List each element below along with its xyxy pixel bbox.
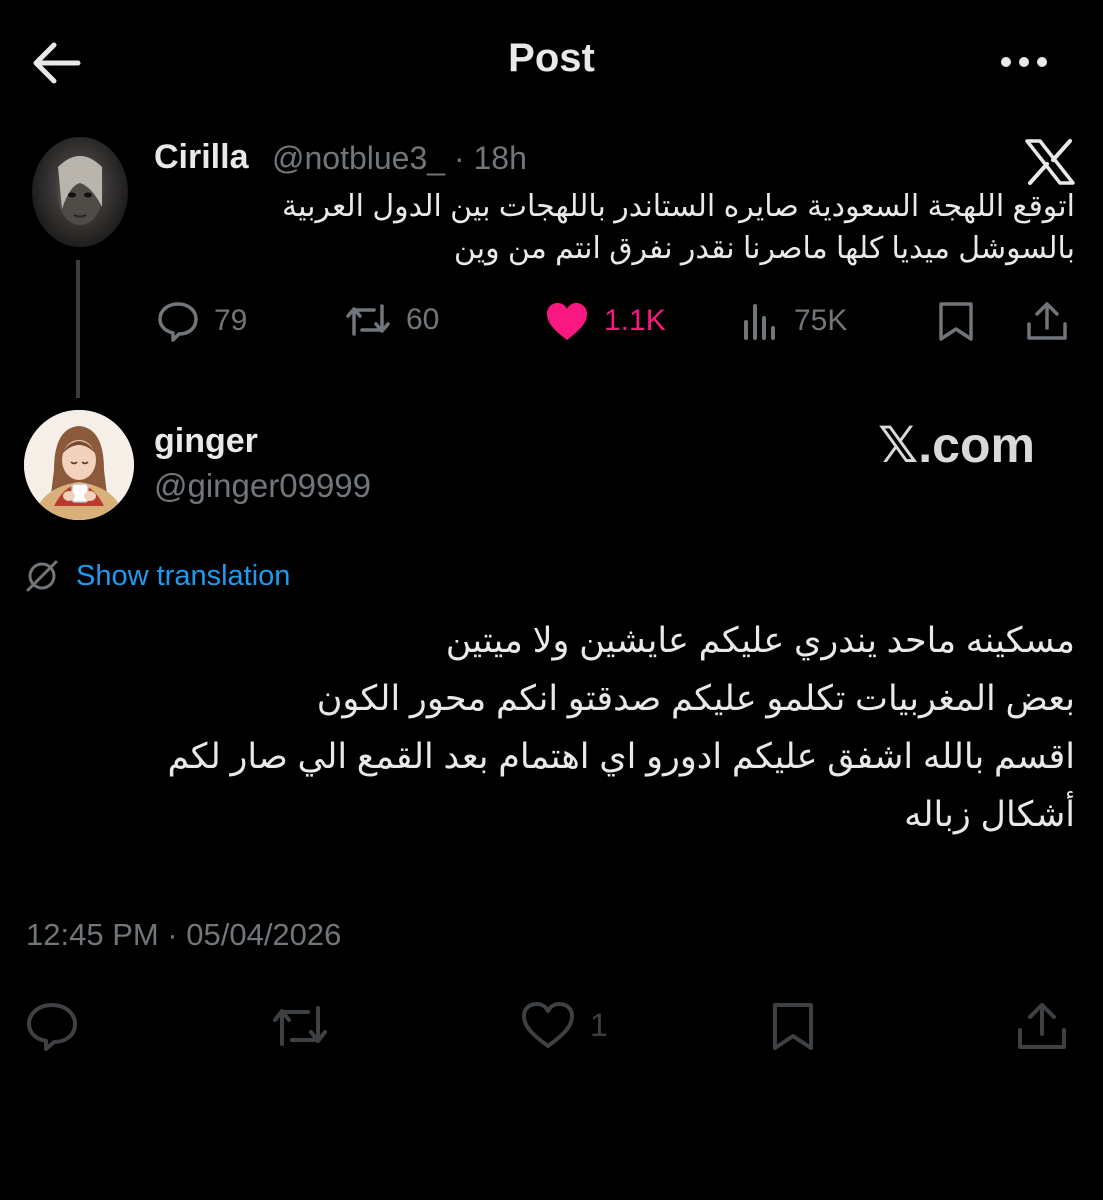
show-translation-label: Show translation [76,559,291,592]
post-text-line: بالسوشل ميديا كلها ماصرنا نقدر نفرق انتم… [453,232,1075,265]
heart-icon [547,303,587,340]
bookmark-button[interactable] [936,300,976,342]
views-button[interactable]: 75K [742,300,847,342]
post-timestamp: 12:45 PM · 05/04/2026 [26,917,342,952]
translate-icon [26,560,58,592]
bookmark-icon [773,1003,813,1050]
share-button[interactable] [1014,1000,1070,1052]
repost-button[interactable]: 60 [344,300,439,340]
views-count: 75K [794,304,848,337]
repost-icon [346,304,390,336]
author-handle[interactable]: @ginger09999 [154,467,371,505]
post-text-line: اقسم بالله اشفق عليكم ادورو اي اهتمام بع… [167,737,1076,776]
repost-count: 60 [406,303,440,336]
share-button[interactable] [1024,300,1070,342]
reply-count: 79 [214,304,248,337]
repost-button[interactable] [270,1000,330,1052]
author-handle-time: @notblue3_ · 18h [272,140,527,176]
like-button[interactable]: 1 [520,1000,608,1050]
heart-icon [522,1002,574,1048]
more-icon [1001,57,1047,67]
repost-icon [273,1006,327,1046]
avatar-ginger[interactable] [24,410,134,520]
like-count: 1.1K [604,304,666,337]
reply-button[interactable] [24,1000,80,1052]
author-name[interactable]: Cirilla [154,138,248,177]
post-text: اتوقع اللهجة السعودية صايره الستاندر بال… [115,186,1075,270]
share-icon [1018,1003,1066,1049]
bookmark-button[interactable] [768,1000,818,1052]
more-button[interactable] [996,44,1056,80]
author-name[interactable]: ginger [154,422,258,461]
author-handle[interactable]: @notblue3_ [272,140,445,176]
bookmark-icon [939,302,973,341]
post-text: مسكينه ماحد يندري عليكم عايشين ولا ميتين… [35,612,1076,844]
reply-icon [158,302,198,342]
post-text-line: بعض المغربيات تكلمو عليكم صدقتو انكم محو… [316,679,1075,718]
reply-button[interactable]: 79 [156,300,247,342]
post-text-line: أشكال زباله [904,795,1075,834]
post-text-line: مسكينه ماحد يندري عليكم عايشين ولا ميتين [445,621,1075,660]
reply-icon [27,1003,77,1051]
share-icon [1027,302,1067,340]
show-translation-link[interactable]: Show translation [24,558,290,594]
post-text-line: اتوقع اللهجة السعودية صايره الستاندر بال… [282,190,1075,223]
x-logo-icon [1024,138,1076,186]
page-title: Post [508,36,595,80]
like-count: 1 [590,1006,608,1043]
post-time: 18h [473,140,527,176]
watermark-xcom: 𝕏.com [878,417,1035,473]
avatar-cirilla[interactable] [32,137,128,247]
like-button[interactable]: 1.1K [544,300,666,342]
avatar-portrait [58,156,102,225]
avatar-illustration [24,410,134,520]
views-icon [744,304,775,340]
thread-connector [76,260,80,398]
